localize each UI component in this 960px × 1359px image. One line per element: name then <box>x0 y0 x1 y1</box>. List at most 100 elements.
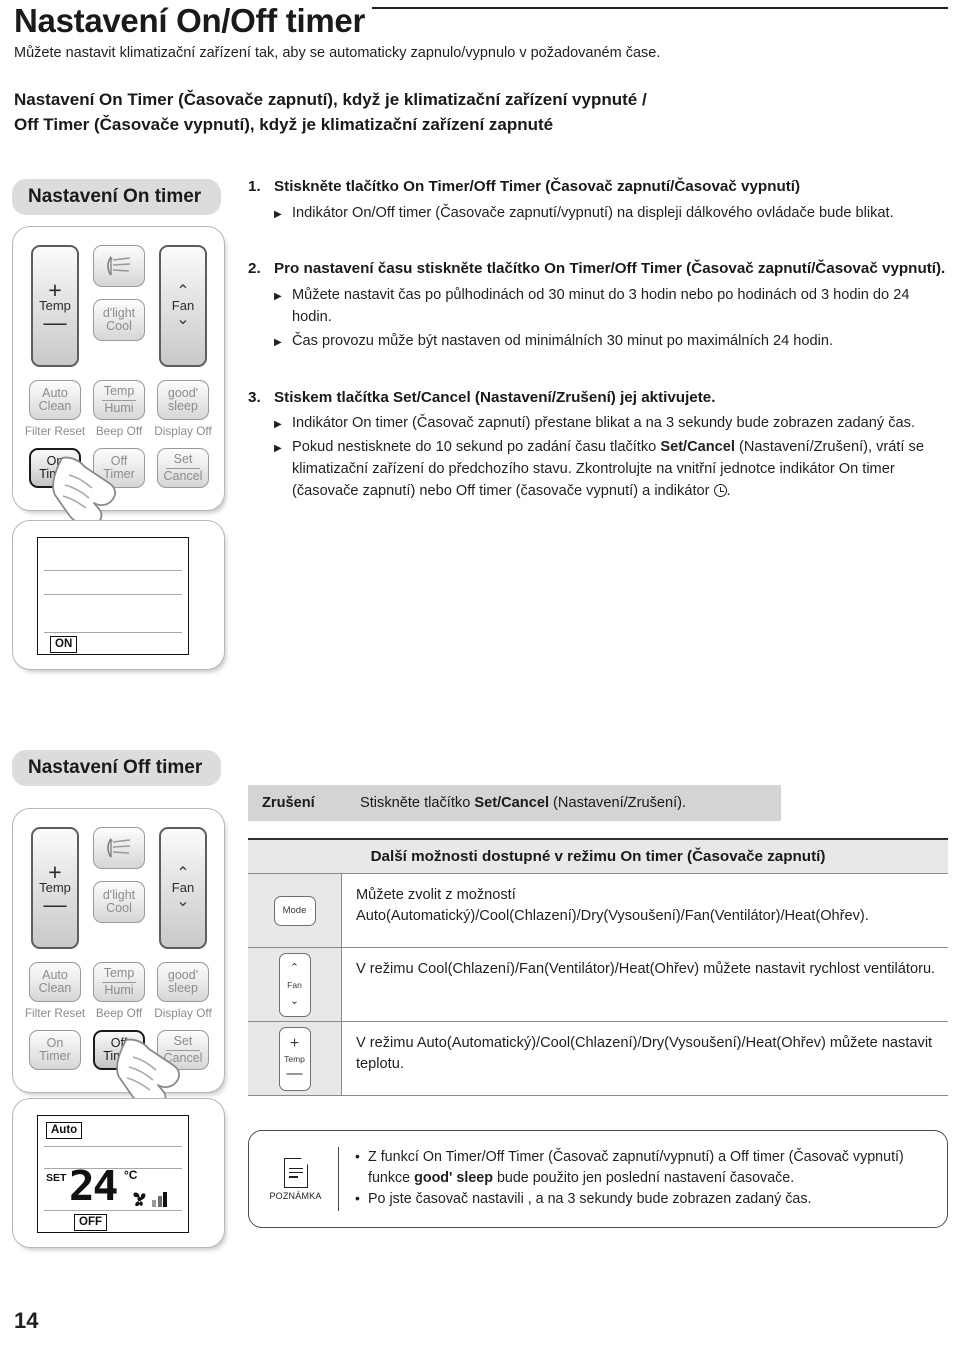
minus-icon: — <box>43 309 67 336</box>
step-3-bullet-2-text: Pokud nestisknete do 10 sekund po zadání… <box>292 439 924 499</box>
step-3-number: 3. <box>248 388 261 406</box>
bullet-dot-icon: • <box>355 1147 360 1164</box>
options-table: Další možnosti dostupné v režimu On time… <box>248 838 948 1096</box>
cancel-text-bold: Set/Cancel <box>474 795 549 811</box>
triangle-bullet-icon: ▶ <box>274 419 282 431</box>
step-2-bullet-1-text: Můžete nastavit čas po půlhodinách od 30… <box>292 287 910 325</box>
lcd-rule-1 <box>44 570 182 571</box>
plus-icon: + <box>289 1035 300 1053</box>
off-timer-button: Off Timer <box>93 1030 145 1070</box>
note-items: • Z funkcí On Timer/Off Timer (Časovač z… <box>339 1141 947 1217</box>
off-timer-label-1: Off <box>110 1035 128 1050</box>
swing-icon <box>107 838 131 858</box>
good-sleep-label-2: sleep <box>168 981 198 995</box>
swing-button <box>93 827 145 869</box>
filter-reset-label: Filter Reset <box>24 424 86 438</box>
step-1-bullet-1-text: Indikátor On/Off timer (Časovače zapnutí… <box>292 204 894 221</box>
off-timer-button: Off Timer <box>93 448 145 488</box>
page-subtitle: Můžete nastavit klimatizační zařízení ta… <box>14 45 661 61</box>
swing-button <box>93 245 145 287</box>
cancel-label: Zrušení <box>262 795 315 811</box>
chevron-down-icon: ⌄ <box>176 311 190 329</box>
step-spacer-2 <box>248 357 948 387</box>
auto-clean-label-1: Auto <box>42 967 68 982</box>
step-2-heading: Pro nastavení času stiskněte tlačítko On… <box>274 260 946 278</box>
mode-description: Můžete zvolit z možností Auto(Automatick… <box>356 887 869 924</box>
step-3-heading-post: (Nastavení/Zrušení) jej aktivujete. <box>470 388 716 406</box>
fan-speed-bars <box>152 1192 167 1207</box>
section-lead: Nastavení On Timer (Časovače zapnutí), k… <box>14 88 714 137</box>
fan-button: ⌃ Fan ⌄ <box>159 827 207 949</box>
remote-control-illustration-off: + Temp — d'light Cool ⌃ Fan ⌄ Auto Clean… <box>12 808 225 1109</box>
cancel-text-post: (Nastavení/Zrušení). <box>549 795 687 811</box>
plus-icon: + <box>48 276 62 303</box>
fan-icon-cell: ⌃ Fan ⌄ <box>248 948 342 1021</box>
on-timer-button: On Timer <box>29 1030 81 1070</box>
fan-description: V režimu Cool(Chlazení)/Fan(Ventilátor)/… <box>356 961 936 977</box>
minus-icon: — <box>286 1064 303 1082</box>
fan-icon <box>133 1192 146 1207</box>
step-1-heading: Stiskněte tlačítko On Timer/Off Timer (Č… <box>274 178 801 195</box>
temperature-value: 24 <box>68 1162 119 1210</box>
auto-clean-label-1: Auto <box>42 385 68 400</box>
fan-button-icon: ⌃ Fan ⌄ <box>278 952 311 1017</box>
remote-display-off: Auto SET 24 °C OFF <box>12 1098 225 1248</box>
step-3-heading-pre: Stiskem tlačítka <box>274 388 394 406</box>
lead-line-2: Off Timer (Časovače vypnutí), když je kl… <box>14 114 554 134</box>
off-timer-label-2: Timer <box>103 467 135 481</box>
beep-off-label: Beep Off <box>95 424 143 438</box>
note-item-1: • Z funkcí On Timer/Off Timer (Časovač z… <box>355 1147 933 1188</box>
chevron-down-icon: ⌄ <box>176 893 190 911</box>
lcd-rule-1 <box>44 1146 182 1147</box>
dlight-label-1: d'light <box>102 887 136 902</box>
step-3-bullet-2-pre: Pokud nestisknete do 10 sekund po zadání… <box>292 439 661 456</box>
note-icon-wrap: POZNÁMKA <box>253 1147 339 1211</box>
chevron-up-icon: ⌃ <box>176 864 190 882</box>
set-cancel-button: Set Cancel <box>157 448 209 488</box>
step-2-bullet-2-text: Čas provozu může být nastaven od minimál… <box>292 332 834 349</box>
cancel-text: Stiskněte tlačítko Set/Cancel (Nastavení… <box>360 795 686 811</box>
lead-line-1: Nastavení On Timer (Časovače zapnutí), k… <box>14 90 647 109</box>
table-row: ⌃ Fan ⌄ V režimu Cool(Chlazení)/Fan(Vent… <box>248 948 948 1022</box>
temp-button-label: Temp <box>284 1053 305 1064</box>
triangle-bullet-icon: ▶ <box>274 443 282 455</box>
note-item-2-text: Po jste časovač nastavili , a na 3 sekun… <box>368 1191 812 1208</box>
filter-reset-label: Filter Reset <box>24 1006 86 1020</box>
manual-page: Nastavení On/Off timer Můžete nastavit k… <box>0 0 960 1359</box>
auto-clean-button: Auto Clean <box>29 962 81 1002</box>
auto-clean-label-2: Clean <box>38 981 72 995</box>
remote-display-on: ON <box>12 520 225 670</box>
temp-humi-label-2: Humi <box>104 982 134 997</box>
remote-control-illustration-on: + Temp — d'light Cool ⌃ Fan ⌄ Auto Clean… <box>12 226 225 527</box>
set-cancel-label-1: Set <box>173 452 193 466</box>
clock-icon <box>713 483 727 497</box>
table-row: + Temp — V režimu Auto(Automatický)/Cool… <box>248 1022 948 1096</box>
lcd-rule-2 <box>44 594 182 595</box>
minus-icon: — <box>43 891 67 918</box>
page-number: 14 <box>14 1308 39 1333</box>
cancel-text-pre: Stiskněte tlačítko <box>360 795 475 811</box>
step-2-bullet-1: ▶ Můžete nastavit čas po půlhodinách od … <box>274 285 948 329</box>
step-3-bullet-1: ▶ Indikátor On timer (Časovač zapnutí) p… <box>274 413 948 435</box>
set-cancel-button: Set Cancel <box>157 1030 209 1070</box>
set-cancel-label-1: Set <box>173 1034 193 1048</box>
temp-button: + Temp — <box>31 827 79 949</box>
step-2-bullet-2: ▶ Čas provozu může být nastaven od minim… <box>274 331 948 353</box>
degree-unit: °C <box>124 1168 138 1182</box>
on-timer-button: On Timer <box>29 448 81 488</box>
step-3-bullet-1-text: Indikátor On timer (Časovač zapnutí) pře… <box>292 415 916 432</box>
step-spacer-1 <box>248 228 948 258</box>
title-rule <box>372 7 948 9</box>
dlight-label-2: Cool <box>106 319 132 333</box>
triangle-bullet-icon: ▶ <box>274 291 282 303</box>
on-timer-label-2: Timer <box>39 1049 71 1063</box>
instruction-steps: 1. Stiskněte tlačítko On Timer/Off Timer… <box>248 176 948 507</box>
step-1: 1. Stiskněte tlačítko On Timer/Off Timer… <box>248 176 948 224</box>
temp-humi-label-1: Temp <box>103 966 135 980</box>
step-3-bullet-2-bold: Set/Cancel <box>660 439 735 456</box>
chevron-up-icon: ⌃ <box>289 961 300 974</box>
display-off-label: Display Off <box>154 424 212 438</box>
step-2: 2. Pro nastavení času stiskněte tlačítko… <box>248 258 948 352</box>
cancel-instruction-bar: Zrušení Stiskněte tlačítko Set/Cancel (N… <box>248 785 781 821</box>
good-sleep-label-2: sleep <box>168 399 198 413</box>
